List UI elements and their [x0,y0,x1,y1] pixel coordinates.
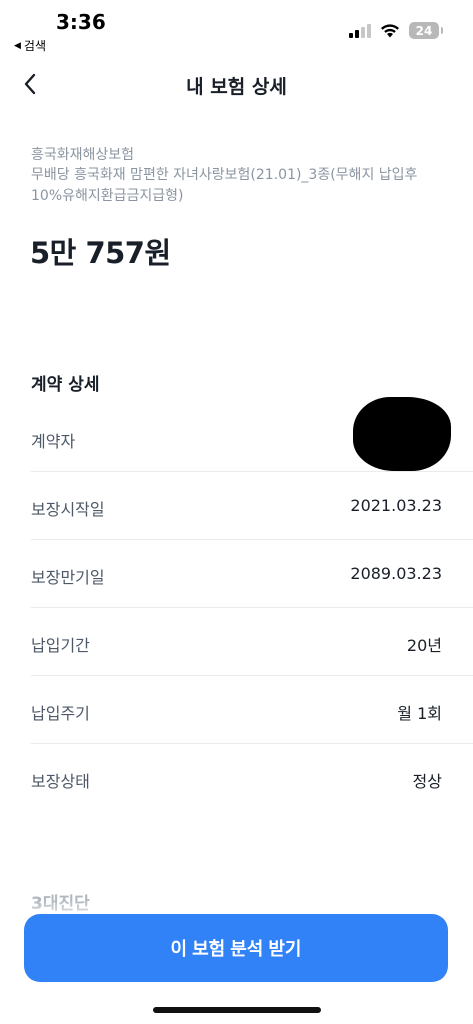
back-triangle-icon: ◀ [14,40,21,51]
detail-label: 보장상태 [31,772,90,791]
page-title: 내 보험 상세 [186,76,287,98]
detail-value: 월 1회 [397,704,442,723]
detail-row-coverage-status: 보장상태 정상 [31,744,473,812]
detail-row-coverage-start: 보장시작일 2021.03.23 [31,472,473,540]
detail-value: 20년 [406,636,442,655]
detail-label: 보장만기일 [31,568,105,587]
status-time: 3:36 [56,10,106,34]
status-bar: 3:36 ◀ 검색 24 [0,0,473,56]
battery-level: 24 [415,23,433,38]
contract-section-title: 계약 상세 [31,375,100,395]
status-back-to-app[interactable]: ◀ 검색 [14,37,46,54]
detail-label: 납입주기 [31,704,90,723]
detail-label: 납입기간 [31,636,90,655]
detail-row-payment-cycle: 납입주기 월 1회 [31,676,473,744]
detail-label: 계약자 [31,432,76,451]
contract-detail-list: 계약자 보장시작일 2021.03.23 보장만기일 2089.03.23 납입… [0,397,473,812]
wifi-icon [381,24,399,38]
redacted-contractor-name [353,397,451,471]
detail-row-payment-period: 납입기간 20년 [31,608,473,676]
detail-label: 보장시작일 [31,500,105,519]
detail-value: 2021.03.23 [350,496,442,515]
analyze-insurance-button[interactable]: 이 보험 분석 받기 [24,914,448,982]
status-back-label: 검색 [23,39,47,53]
battery-icon: 24 [409,22,443,39]
status-icons: 24 [349,22,443,39]
insurance-premium: 5만 757원 [30,236,171,270]
detail-row-contractor: 계약자 [31,397,473,472]
insurance-product-name: 무배당 흥국화재 맘편한 자녀사랑보험(21.01)_3종(무해지 납입후 10… [31,167,418,204]
insurance-company: 흥국화재해상보험 [31,147,135,163]
home-indicator [153,1007,321,1013]
detail-row-coverage-end: 보장만기일 2089.03.23 [31,540,473,608]
nav-header: 내 보험 상세 [0,60,473,108]
detail-value: 2089.03.23 [350,564,442,583]
detail-value: 정상 [412,772,442,791]
signal-icon [349,23,371,38]
